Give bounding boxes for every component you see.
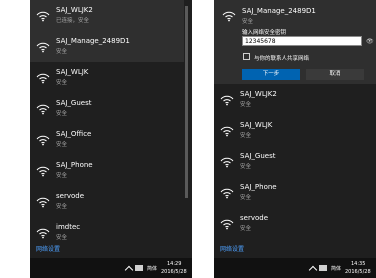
network-status: 安全 xyxy=(56,173,68,179)
network-status: 安全 xyxy=(240,195,252,201)
network-ssid: servode xyxy=(240,214,269,222)
security-key-value: 12345678 xyxy=(245,38,276,45)
network-status: 安全 xyxy=(56,80,68,86)
network-ssid: SAJ_Guest xyxy=(56,99,92,107)
clock-date[interactable]: 2016/5/28 xyxy=(161,269,187,275)
network-item[interactable]: SAJ_WLJK 安全 xyxy=(30,62,184,93)
network-ssid: SAJ_Phone xyxy=(56,161,93,169)
network-item[interactable]: SAJ_WLJK 安全 xyxy=(214,115,368,146)
network-ssid: servode xyxy=(56,192,85,200)
wifi-icon xyxy=(36,104,50,115)
network-ssid: imdtec xyxy=(56,223,81,231)
network-status: 安全 xyxy=(240,102,252,108)
network-ssid: SAJ_Office xyxy=(56,130,92,138)
wifi-icon xyxy=(36,42,50,53)
network-ssid: SAJ_Guest xyxy=(240,152,276,160)
network-ssid: SAJ_Phone xyxy=(240,183,277,191)
clock-time[interactable]: 14:35 xyxy=(351,261,365,267)
taskbar: 简体 14:29 2016/5/28 xyxy=(30,258,192,278)
network-status: 安全 xyxy=(56,111,68,117)
network-settings-link[interactable]: 网络设置 xyxy=(36,244,60,253)
cancel-button[interactable]: 取消 xyxy=(306,69,364,80)
security-key-label: 输入网络安全密钥 xyxy=(242,30,287,36)
network-item[interactable]: SAJ_WLJK2 安全 xyxy=(214,84,368,115)
network-item[interactable]: SAJ_Phone 安全 xyxy=(214,177,368,208)
network-status: 安全 xyxy=(240,133,252,139)
network-item[interactable]: SAJ_Phone 安全 xyxy=(30,155,184,186)
next-button[interactable]: 下一步 xyxy=(242,69,300,80)
network-ssid: SAJ_WLJK xyxy=(56,68,89,76)
network-ssid: SAJ_Manage_2489D1 xyxy=(56,37,130,45)
wifi-icon xyxy=(36,73,50,84)
wifi-icon xyxy=(220,219,234,230)
network-item[interactable]: SAJ_WLJK2 已连接，安全 xyxy=(30,0,184,31)
chevron-up-icon[interactable] xyxy=(308,265,318,275)
network-ssid: SAJ_WLJK2 xyxy=(240,90,277,98)
wifi-flyout-right: SAJ_Manage_2489D1 安全 输入网络安全密钥 12345678 👁… xyxy=(214,0,376,278)
eye-icon[interactable]: 👁 xyxy=(366,38,374,45)
network-status: 安全 xyxy=(56,142,68,148)
wifi-icon xyxy=(36,135,50,146)
wifi-icon xyxy=(220,95,234,106)
share-network-label: 与你的联系人共享网络 xyxy=(254,56,310,62)
clock-date[interactable]: 2016/5/28 xyxy=(345,269,371,275)
input-language[interactable]: 简体 xyxy=(331,265,341,272)
wifi-icon xyxy=(220,188,234,199)
wifi-icon xyxy=(36,166,50,177)
network-list: SAJ_WLJK2 安全 SAJ_WLJK 安全 SAJ_Guest 安全 SA… xyxy=(214,84,368,239)
network-item[interactable]: servode 安全 xyxy=(30,186,184,217)
wifi-icon xyxy=(36,228,50,239)
wifi-icon xyxy=(220,157,234,168)
chevron-up-icon[interactable] xyxy=(124,265,134,275)
wifi-icon xyxy=(222,11,236,22)
network-status: 安全 xyxy=(56,204,68,210)
network-ssid: SAJ_WLJK2 xyxy=(56,6,93,14)
share-network-checkbox[interactable] xyxy=(243,53,250,60)
network-status: 已连接，安全 xyxy=(56,18,90,24)
network-item[interactable]: SAJ_Guest 安全 xyxy=(214,146,368,177)
network-settings-link[interactable]: 网络设置 xyxy=(220,244,244,253)
network-item[interactable]: SAJ_Manage_2489D1 安全 xyxy=(30,31,184,62)
network-status: 安全 xyxy=(240,226,252,232)
network-ssid: SAJ_WLJK xyxy=(240,121,273,129)
network-status: 安全 xyxy=(240,164,252,170)
input-language[interactable]: 简体 xyxy=(147,265,157,272)
scrollbar[interactable] xyxy=(185,6,188,198)
network-status: 安全 xyxy=(56,49,68,55)
keyboard-icon[interactable] xyxy=(319,265,327,271)
network-item[interactable]: SAJ_Office 安全 xyxy=(30,124,184,155)
network-item[interactable]: servode 安全 xyxy=(214,208,368,239)
wifi-flyout-left: SAJ_WLJK2 已连接，安全 SAJ_Manage_2489D1 安全 SA… xyxy=(30,0,192,278)
connect-section: SAJ_Manage_2489D1 安全 输入网络安全密钥 12345678 👁… xyxy=(214,0,376,84)
taskbar: 简体 14:35 2016/5/28 xyxy=(214,258,376,278)
clock-time[interactable]: 14:29 xyxy=(167,261,181,267)
wifi-icon xyxy=(36,11,50,22)
network-item[interactable]: SAJ_Guest 安全 xyxy=(30,93,184,124)
network-list: SAJ_WLJK2 已连接，安全 SAJ_Manage_2489D1 安全 SA… xyxy=(30,0,184,248)
network-status: 安全 xyxy=(242,19,254,25)
network-ssid: SAJ_Manage_2489D1 xyxy=(242,7,316,15)
network-status: 安全 xyxy=(56,235,68,241)
wifi-icon xyxy=(36,197,50,208)
wifi-icon xyxy=(220,126,234,137)
security-key-input[interactable]: 12345678 xyxy=(242,36,362,46)
keyboard-icon[interactable] xyxy=(135,265,143,271)
